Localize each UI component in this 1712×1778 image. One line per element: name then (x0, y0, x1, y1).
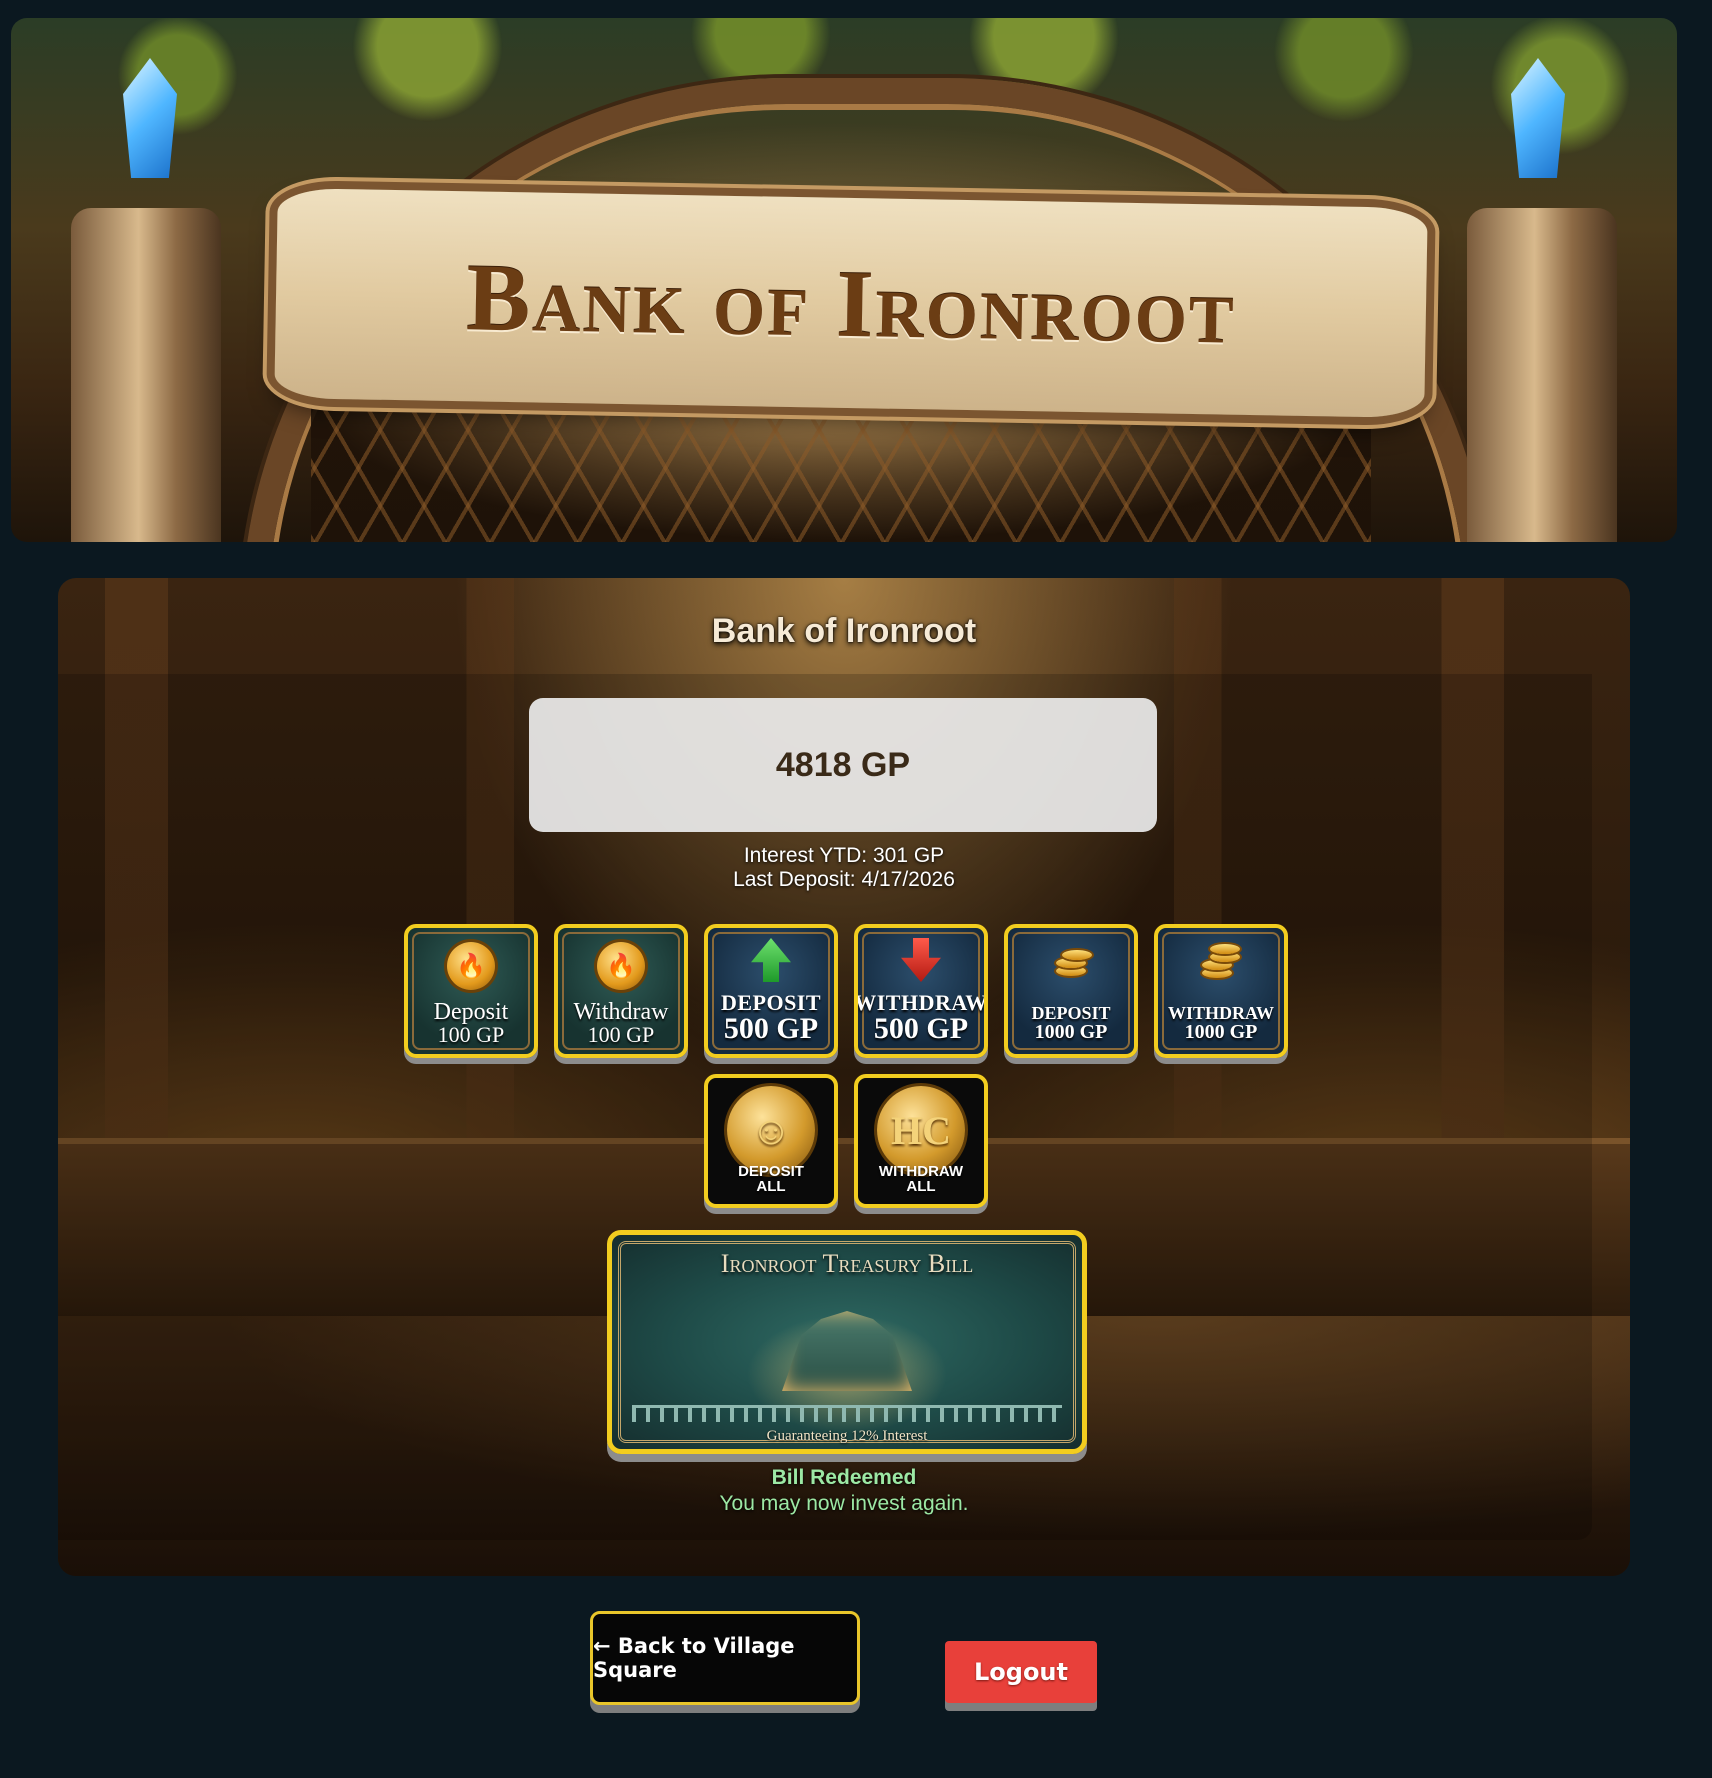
tile-label: WITHDRAW ALL (878, 1163, 964, 1195)
flame-coin-icon: 🔥 (597, 942, 645, 990)
withdraw-500-button[interactable]: WITHDRAW 500 GP (854, 924, 988, 1058)
deposit-100-button[interactable]: 🔥 Deposit 100 GP (404, 924, 538, 1058)
bill-railing (632, 1405, 1062, 1422)
tile-label: WITHDRAW 1000 GP (1167, 1003, 1274, 1043)
tile-label: Withdraw 100 GP (573, 999, 669, 1047)
deposit-1000-button[interactable]: DEPOSIT 1000 GP (1004, 924, 1138, 1058)
flame-coin-icon: 🔥 (447, 942, 495, 990)
hero-coin-icon: ☺ (727, 1086, 815, 1174)
bank-panel: Bank of Ironroot 4818 GP Interest YTD: 3… (58, 578, 1630, 1576)
hc-coin-icon: HC (877, 1086, 965, 1174)
withdraw-100-button[interactable]: 🔥 Withdraw 100 GP (554, 924, 688, 1058)
tile-label: Deposit 100 GP (433, 999, 509, 1047)
deposit-all-button[interactable]: ☺ DEPOSIT ALL (704, 1074, 838, 1208)
banner-pillar-left (71, 208, 221, 542)
panel-title: Bank of Ironroot (711, 612, 977, 650)
coin-stack-icon (1198, 944, 1244, 982)
tile-label: DEPOSIT 500 GP (720, 990, 822, 1045)
banner-title: Bank of Ironroot (465, 242, 1237, 364)
withdraw-all-button[interactable]: HC WITHDRAW ALL (854, 1074, 988, 1208)
back-to-village-button[interactable]: ← Back to Village Square (590, 1611, 860, 1705)
banner-sign: Bank of Ironroot (274, 187, 1428, 419)
deposit-500-button[interactable]: DEPOSIT 500 GP (704, 924, 838, 1058)
arrow-down-icon (901, 938, 941, 982)
balance-value: 4818 GP (775, 745, 911, 784)
banner-pillar-right (1467, 208, 1617, 542)
bank-banner: Bank of Ironroot (11, 18, 1677, 542)
logout-button[interactable]: Logout (945, 1641, 1097, 1703)
coin-stack-icon (1048, 944, 1094, 982)
balance-display: 4818 GP (529, 698, 1157, 832)
withdraw-1000-button[interactable]: WITHDRAW 1000 GP (1154, 924, 1288, 1058)
treasury-building-image (782, 1311, 912, 1391)
tile-label: DEPOSIT 1000 GP (1031, 1003, 1111, 1043)
bill-title: Ironroot Treasury Bill (720, 1249, 974, 1278)
tile-label: WITHDRAW 500 GP (854, 990, 988, 1045)
arrow-up-icon (751, 938, 791, 982)
interest-ytd: Interest YTD: 301 GP (743, 844, 945, 867)
treasury-bill-card[interactable]: Ironroot Treasury Bill Guaranteeing 12% … (607, 1230, 1087, 1454)
tile-label: DEPOSIT ALL (738, 1163, 804, 1195)
status-title: Bill Redeemed (771, 1466, 917, 1489)
bill-subtitle: Guaranteeing 12% Interest (766, 1428, 928, 1444)
status-message: You may now invest again. (719, 1492, 969, 1515)
last-deposit: Last Deposit: 4/17/2026 (733, 868, 955, 891)
